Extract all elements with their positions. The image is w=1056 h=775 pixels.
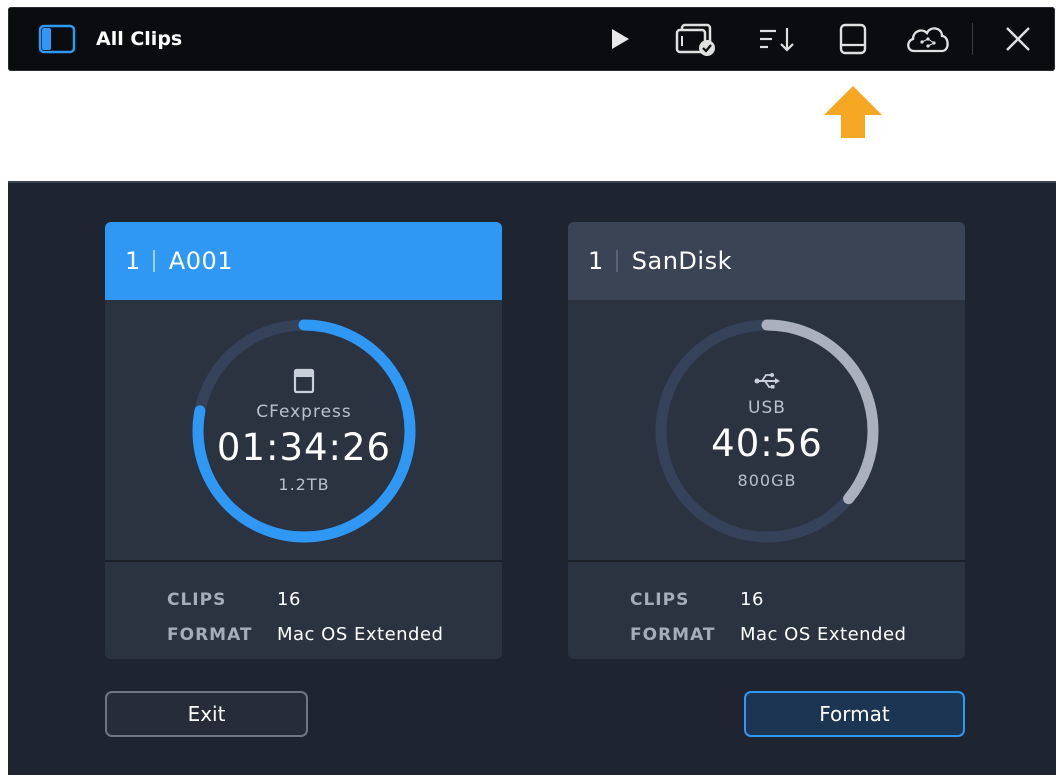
card-name: SanDisk: [631, 247, 732, 275]
page-title: All Clips: [96, 28, 183, 50]
format-value: Mac OS Extended: [740, 624, 907, 645]
cfexpress-card-icon: [293, 368, 315, 398]
remaining-time: 01:34:26: [216, 426, 392, 469]
card-stats: CLIPS 16 FORMAT Mac OS Extended: [167, 582, 444, 652]
pointer-arrow-icon: [823, 86, 883, 142]
clips-select-icon[interactable]: [672, 7, 722, 71]
toolbar-divider: [972, 23, 973, 55]
clips-label: CLIPS: [167, 589, 227, 610]
media-card-slot1[interactable]: 1 A001 CFexpress 01:34:26 1.2TB CLIPS 16…: [105, 222, 502, 659]
card-divider: [105, 560, 502, 562]
media-card-usb[interactable]: 1 SanDisk USB 40:56 800GB CLIPS 16 FORMA…: [568, 222, 965, 659]
slot-number: 1: [588, 247, 604, 275]
card-stats: CLIPS 16 FORMAT Mac OS Extended: [630, 582, 907, 652]
header-separator: [152, 250, 155, 272]
format-button[interactable]: Format: [744, 691, 965, 737]
format-value: Mac OS Extended: [277, 624, 444, 645]
clips-count: 16: [740, 589, 764, 610]
media-card-header: 1 A001: [105, 222, 502, 300]
card-divider: [568, 560, 965, 562]
sidebar-toggle-icon[interactable]: [36, 7, 78, 71]
capacity-ring: CFexpress 01:34:26 1.2TB: [191, 318, 417, 544]
usb-icon: [753, 372, 781, 394]
media-type: USB: [748, 398, 786, 418]
format-label: FORMAT: [167, 624, 253, 645]
exit-button[interactable]: Exit: [105, 691, 308, 737]
capacity-label: 800GB: [737, 471, 797, 490]
sort-icon[interactable]: [756, 7, 798, 71]
media-card-header: 1 SanDisk: [568, 222, 965, 300]
storage-media-icon[interactable]: [835, 7, 871, 71]
clips-label: CLIPS: [630, 589, 690, 610]
media-type: CFexpress: [256, 402, 352, 422]
card-name: A001: [168, 247, 234, 275]
header-separator: [615, 250, 618, 272]
capacity-label: 1.2TB: [278, 475, 330, 494]
format-label: FORMAT: [630, 624, 716, 645]
play-icon[interactable]: [605, 7, 635, 71]
media-panel: 1 A001 CFexpress 01:34:26 1.2TB CLIPS 16…: [8, 181, 1056, 775]
remaining-time: 40:56: [711, 422, 823, 465]
slot-number: 1: [125, 247, 141, 275]
capacity-ring: USB 40:56 800GB: [654, 318, 880, 544]
top-bar: All Clips: [8, 7, 1055, 71]
clips-count: 16: [277, 589, 301, 610]
close-icon[interactable]: [1000, 7, 1036, 71]
cloud-icon[interactable]: [903, 7, 953, 71]
